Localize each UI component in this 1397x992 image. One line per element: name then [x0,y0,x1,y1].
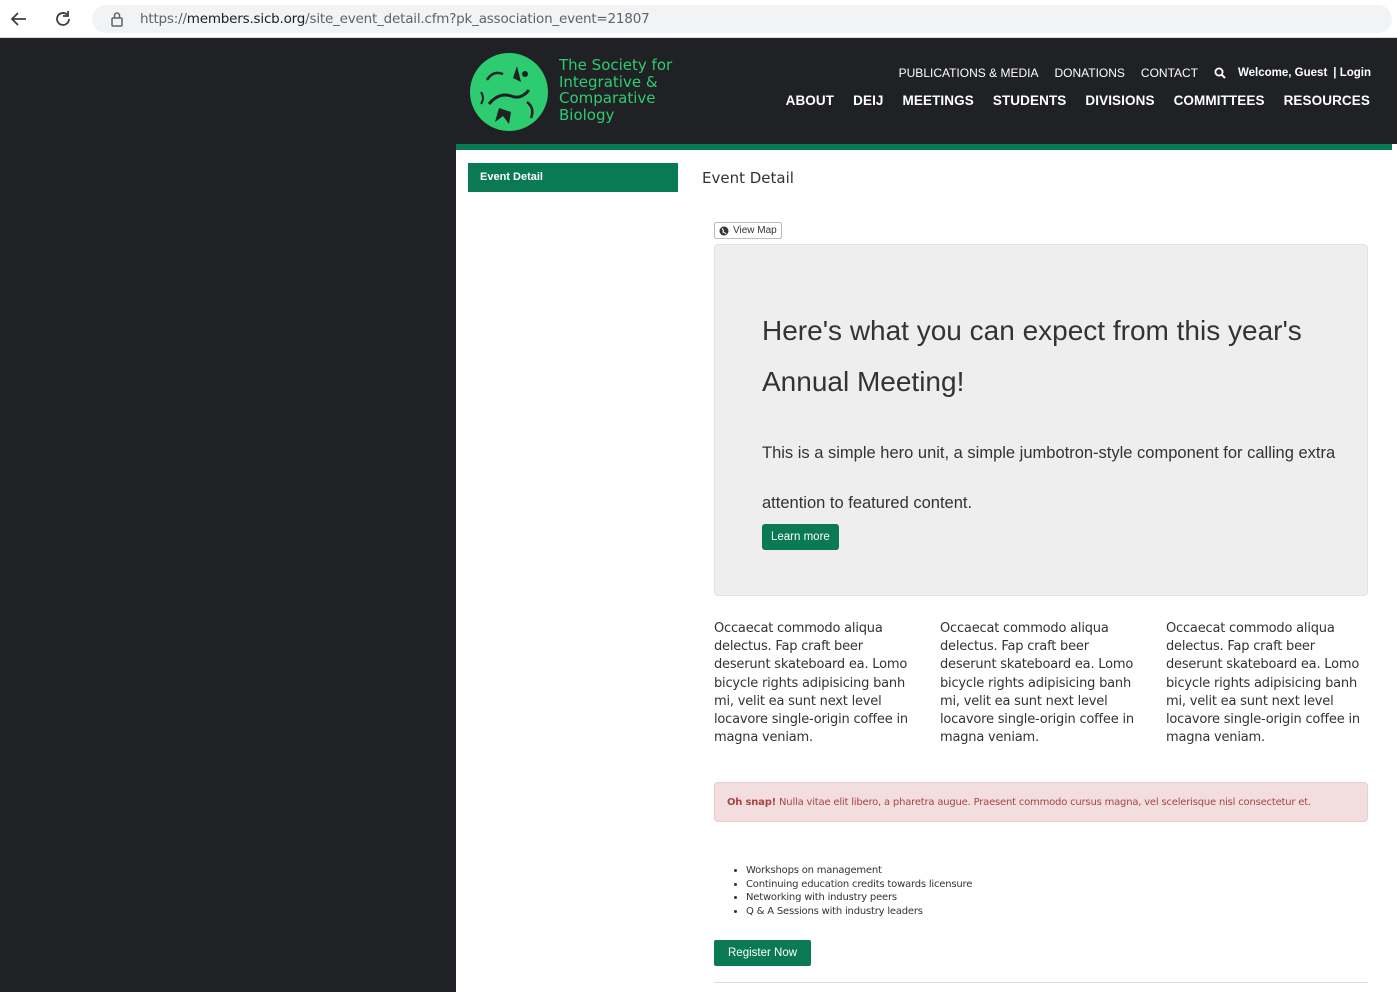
page: The Society for Integrative & Comparativ… [456,38,1397,992]
nav-divisions[interactable]: DIVISIONS [1085,93,1154,108]
login-link[interactable]: | Login [1333,67,1371,79]
list-item: Q & A Sessions with industry leaders [746,905,972,919]
link-contact[interactable]: CONTACT [1141,66,1198,80]
logo-emblem-icon [470,53,548,131]
alert-danger: Oh snap! Nulla vitae elit libero, a phar… [714,782,1368,822]
list-item: Continuing education credits towards lic… [746,878,972,892]
feature-list: Workshops on management Continuing educa… [746,864,972,919]
society-logo[interactable] [469,52,549,132]
info-column: Occaecat commodo aliqua delectus. Fap cr… [1166,621,1360,746]
view-map-button[interactable]: View Map [714,222,782,239]
society-name[interactable]: The Society for Integrative & Comparativ… [559,57,679,123]
nav-about[interactable]: ABOUT [786,93,835,108]
search-button[interactable] [1214,67,1226,79]
info-column: Occaecat commodo aliqua delectus. Fap cr… [940,621,1134,746]
hero-title: Here's what you can expect from this yea… [762,315,1302,397]
hero-text: This is a simple hero unit, a simple jum… [762,444,1336,512]
nav-meetings[interactable]: MEETINGS [903,93,974,108]
reload-button[interactable] [50,6,76,32]
globe-icon [719,226,729,235]
welcome-text: Welcome, Guest [1238,67,1328,79]
divider [714,982,1368,983]
sidebar-item-event-detail[interactable]: Event Detail [468,163,678,192]
back-arrow-icon [10,12,26,26]
list-item: Workshops on management [746,864,972,878]
alert-strong: Oh snap! [727,797,777,808]
header-accent-strip [456,144,1392,150]
nav-resources[interactable]: RESOURCES [1284,93,1370,108]
hero-unit: Here's what you can expect from this yea… [714,244,1368,596]
browser-toolbar: https://members.sicb.org/site_event_deta… [0,0,1397,38]
list-item: Networking with industry peers [746,891,972,905]
logo-line: Biology [559,105,615,124]
alert-text: Nulla vitae elit libero, a pharetra augu… [776,797,1311,808]
page-title: Event Detail [702,169,794,187]
site-header: The Society for Integrative & Comparativ… [456,38,1397,144]
learn-more-button[interactable]: Learn more [762,524,839,550]
reload-icon [56,11,70,26]
nav-deij[interactable]: DEIJ [853,93,883,108]
lock-icon [111,12,123,27]
utility-nav: PUBLICATIONS & MEDIA DONATIONS CONTACT W… [883,66,1371,80]
link-publications-media[interactable]: PUBLICATIONS & MEDIA [899,66,1039,80]
logo-line: The Society for [559,56,673,74]
url-text: https://members.sicb.org/site_event_deta… [140,11,650,27]
logo-line: Integrative & [559,72,658,91]
info-column: Occaecat commodo aliqua delectus. Fap cr… [714,621,908,746]
link-donations[interactable]: DONATIONS [1054,66,1124,80]
nav-committees[interactable]: COMMITTEES [1174,93,1265,108]
logo-line: Comparative [559,89,656,107]
view-map-label: View Map [733,225,777,236]
back-button[interactable] [6,6,32,32]
main-nav: ABOUT DEIJ MEETINGS STUDENTS DIVISIONS C… [767,93,1370,108]
address-bar[interactable]: https://members.sicb.org/site_event_deta… [92,5,1392,33]
register-now-button[interactable]: Register Now [714,940,812,966]
search-icon [1214,67,1226,79]
nav-students[interactable]: STUDENTS [993,93,1067,108]
